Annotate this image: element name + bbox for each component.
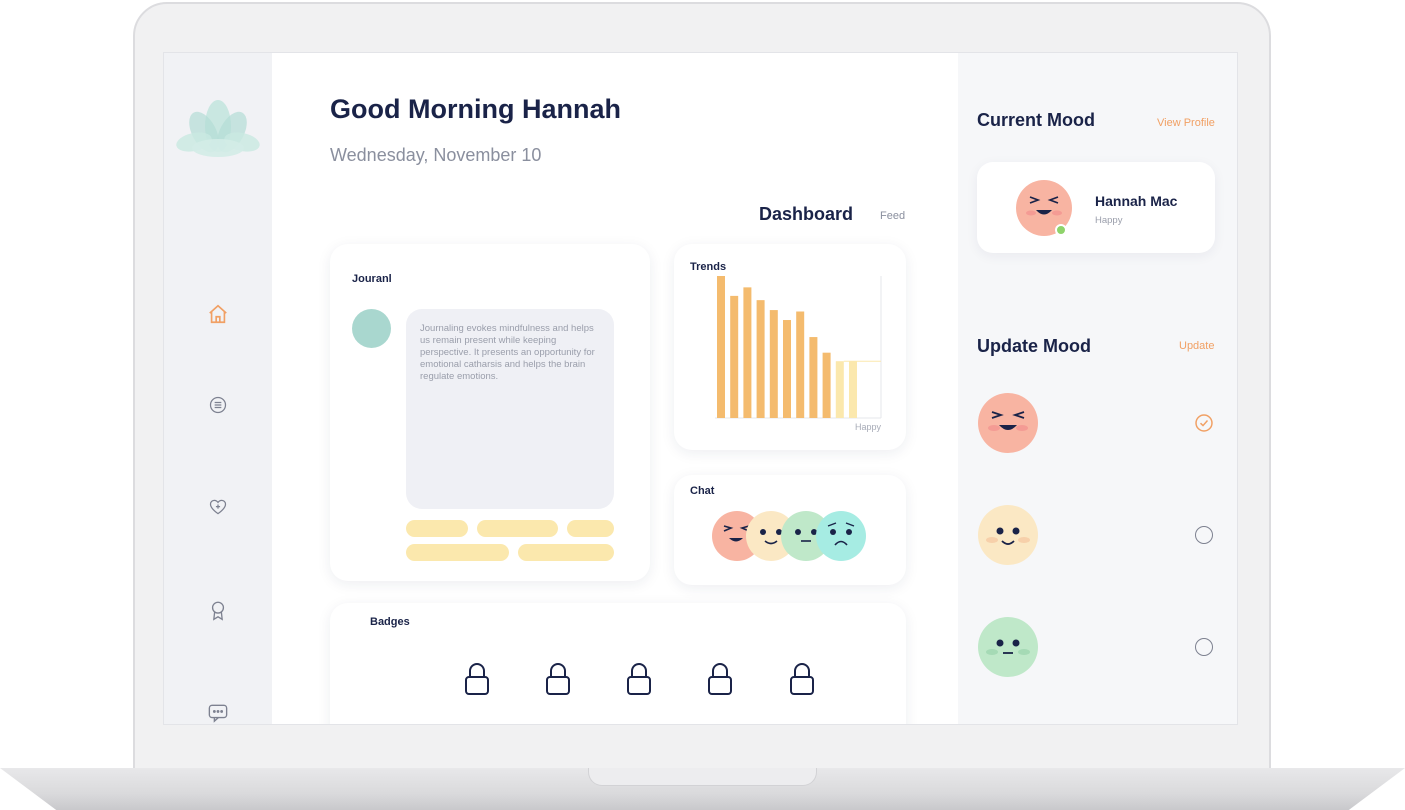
trend-bar[interactable] bbox=[769, 310, 778, 418]
journal-title: Jouranl bbox=[352, 273, 392, 285]
heart-plus-icon bbox=[209, 499, 227, 515]
trend-bar[interactable] bbox=[809, 337, 818, 418]
current-mood-title: Current Mood bbox=[977, 110, 1095, 130]
main-content: Good Morning Hannah Wednesday, November … bbox=[272, 53, 958, 724]
profile-mood-status: Happy bbox=[1095, 215, 1123, 226]
list-icon bbox=[209, 396, 227, 414]
lock-icon[interactable] bbox=[789, 661, 815, 697]
trends-chart: Happy bbox=[715, 276, 882, 432]
trend-bar[interactable] bbox=[743, 287, 752, 418]
journal-note-text[interactable]: Journaling evokes mindfulness and helps … bbox=[406, 309, 614, 509]
sidebar-item-chat[interactable] bbox=[206, 701, 230, 724]
journal-card[interactable]: Jouranl Journaling evokes mindfulness an… bbox=[330, 244, 650, 581]
chat-card[interactable]: Chat bbox=[674, 475, 906, 585]
lock-icon[interactable] bbox=[464, 661, 490, 697]
update-mood-link[interactable]: Update bbox=[1179, 340, 1214, 352]
home-icon bbox=[209, 304, 227, 324]
profile-card[interactable]: Hannah Mac Happy bbox=[977, 162, 1215, 253]
trend-bar[interactable] bbox=[730, 295, 739, 418]
greeting-title: Good Morning Hannah bbox=[330, 94, 621, 124]
sidebar bbox=[164, 53, 272, 724]
calm-mood-radio[interactable] bbox=[1195, 638, 1213, 656]
journal-tag-pill[interactable] bbox=[406, 520, 468, 537]
trend-bar[interactable] bbox=[783, 320, 791, 418]
lock-icon[interactable] bbox=[707, 661, 733, 697]
journal-tag-pill[interactable] bbox=[406, 544, 509, 561]
sidebar-item-home[interactable] bbox=[206, 302, 230, 326]
laptop-notch bbox=[588, 768, 817, 786]
lock-icon[interactable] bbox=[626, 661, 652, 697]
feed-link[interactable]: Feed bbox=[880, 210, 905, 222]
trend-bar[interactable] bbox=[717, 276, 725, 418]
badges-card[interactable]: Badges bbox=[330, 603, 906, 724]
trend-bar[interactable] bbox=[822, 352, 831, 418]
profile-name: Hannah Mac bbox=[1095, 193, 1178, 209]
trend-bar[interactable] bbox=[796, 311, 805, 419]
lock-icon[interactable] bbox=[545, 661, 571, 697]
dashboard-title: Dashboard bbox=[759, 204, 854, 224]
journal-tag-pill[interactable] bbox=[567, 520, 614, 537]
trend-bar[interactable] bbox=[835, 361, 844, 418]
journal-tag-pill[interactable] bbox=[518, 544, 614, 561]
journal-tag-pill[interactable] bbox=[477, 520, 558, 537]
chat-bubble-icon bbox=[208, 704, 228, 723]
calm-mood-option[interactable] bbox=[977, 616, 1039, 678]
app-screen: Good Morning Hannah Wednesday, November … bbox=[163, 52, 1238, 725]
neutral-mood-option[interactable] bbox=[977, 504, 1039, 566]
badges-title: Badges bbox=[370, 616, 410, 628]
current-date: Wednesday, November 10 bbox=[330, 145, 542, 165]
trends-card[interactable]: Trends Happy bbox=[674, 244, 906, 450]
journal-avatar bbox=[352, 309, 391, 348]
sidebar-item-health[interactable] bbox=[206, 495, 230, 519]
chat-participants bbox=[712, 511, 866, 561]
trend-bar[interactable] bbox=[849, 361, 857, 418]
sidebar-item-journal[interactable] bbox=[206, 393, 230, 417]
update-mood-title: Update Mood bbox=[977, 336, 1091, 356]
trend-bar[interactable] bbox=[756, 300, 765, 418]
sad-face-avatar bbox=[816, 511, 866, 561]
view-profile-link[interactable]: View Profile bbox=[1157, 117, 1215, 129]
online-status-dot bbox=[1055, 224, 1067, 236]
neutral-mood-radio[interactable] bbox=[1195, 526, 1213, 544]
happy-mood-option[interactable] bbox=[977, 392, 1039, 454]
mood-panel: Current Mood View Profile Hannah Mac Hap… bbox=[958, 53, 1237, 724]
award-icon bbox=[211, 601, 225, 621]
sidebar-item-badges[interactable] bbox=[206, 599, 230, 623]
chart-x-label: Happy bbox=[855, 422, 882, 432]
happy-mood-radio-checked[interactable] bbox=[1195, 414, 1213, 432]
lotus-logo-icon bbox=[176, 100, 260, 157]
